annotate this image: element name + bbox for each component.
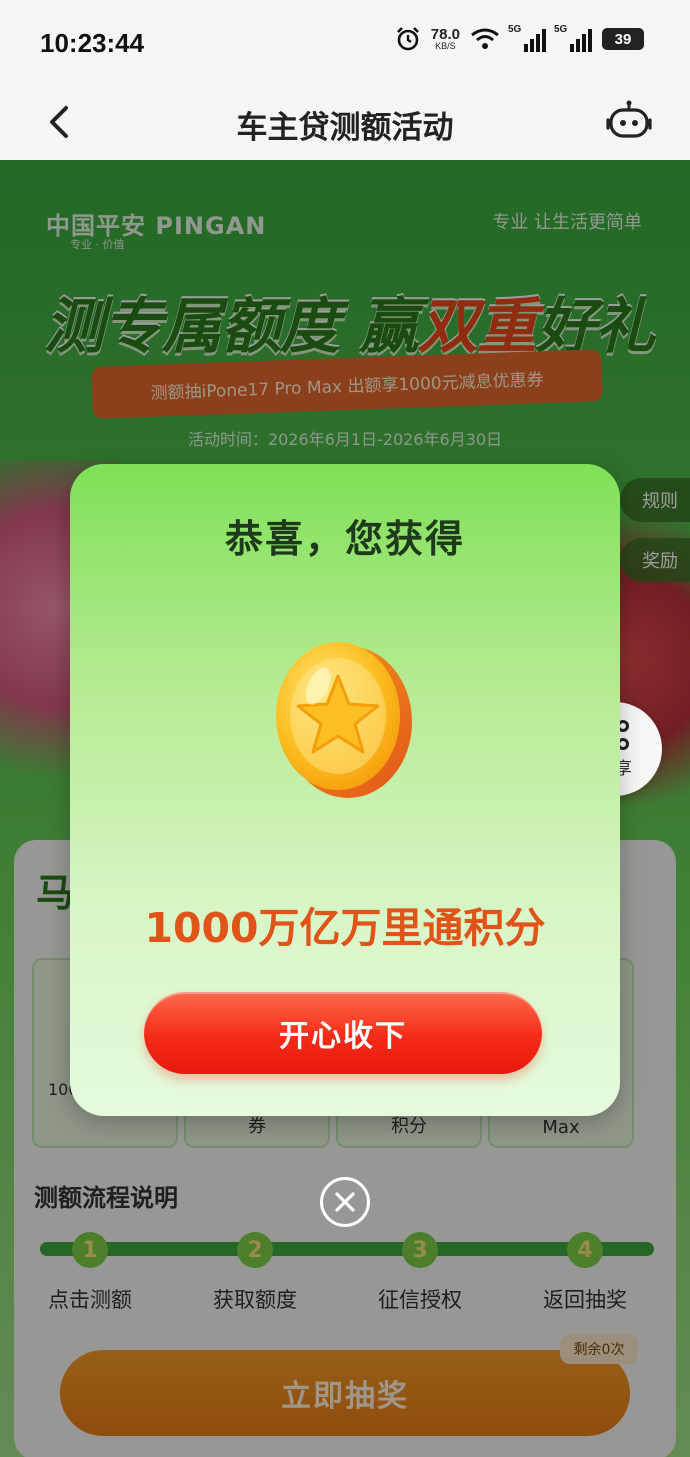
status-time: 10:23:44 (40, 28, 145, 58)
star-coin-icon (276, 642, 412, 798)
reward-modal: 恭喜，您获得 1000万亿万里通积分 开心收下 (70, 464, 620, 1116)
page-title: 车主贷测额活动 (236, 110, 454, 146)
signal-icon-1: 5G (508, 24, 546, 52)
status-bar: 10:23:44 78.0 KB/S 5G 5G 39 (0, 0, 690, 88)
battery-indicator: 39 (602, 28, 644, 50)
network-speed: 78.0 KB/S (431, 27, 460, 51)
signal-icon-2: 5G (554, 24, 592, 52)
close-icon (335, 1192, 355, 1212)
net-speed-value: 78.0 (430, 26, 460, 43)
signal-label-1: 5G (508, 24, 522, 35)
modal-title: 恭喜，您获得 (224, 517, 465, 561)
robot-service-icon[interactable] (606, 98, 652, 144)
accept-reward-button[interactable]: 开心收下 (144, 992, 542, 1074)
signal-label-2: 5G (554, 24, 568, 35)
wifi-icon (471, 28, 499, 49)
reward-text: 1000万亿万里通积分 (144, 904, 546, 952)
close-modal-button[interactable] (320, 1177, 370, 1227)
status-icons: 78.0 KB/S 5G 5G 39 (395, 24, 644, 52)
net-speed-unit: KB/S (435, 41, 456, 51)
alarm-icon (396, 27, 419, 51)
nav-bar: 车主贷测额活动 (0, 88, 690, 160)
